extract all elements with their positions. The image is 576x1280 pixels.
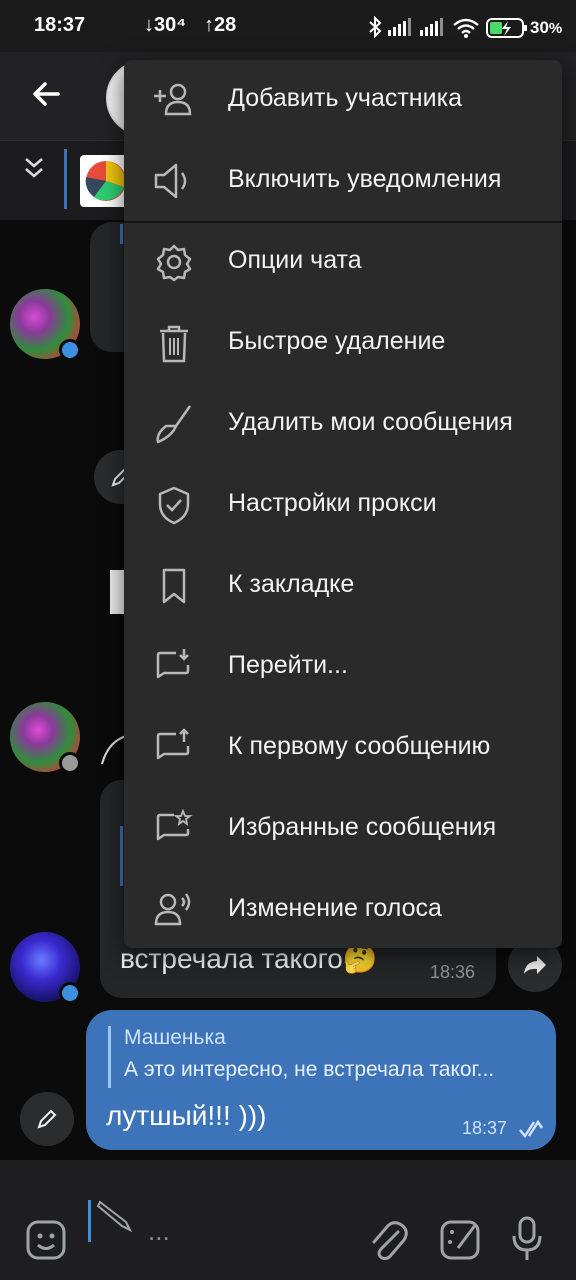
download-speed: ↓30⁴ bbox=[144, 14, 187, 36]
menu-item-voice-changer[interactable]: Изменение голоса bbox=[124, 870, 562, 948]
speaker-icon bbox=[152, 161, 196, 201]
menu-item-label: Перейти... bbox=[228, 651, 348, 679]
pinned-indicator bbox=[64, 149, 67, 209]
reply-text: А это интересно, не встречала таког... bbox=[124, 1058, 495, 1081]
menu-item-label: К закладке bbox=[228, 570, 355, 598]
broom-icon bbox=[152, 404, 196, 444]
message-input[interactable]: ... bbox=[148, 1216, 170, 1247]
menu-item-go-to[interactable]: Перейти... bbox=[124, 627, 562, 708]
gear-icon bbox=[152, 242, 196, 282]
menu-item-label: Включить уведомления bbox=[228, 165, 502, 193]
reply-quote-bar bbox=[120, 224, 123, 244]
message-time: 18:37 bbox=[462, 1118, 508, 1138]
edit-round-button[interactable] bbox=[20, 1092, 74, 1146]
bluetooth-icon bbox=[368, 15, 382, 43]
signal-icon bbox=[388, 18, 448, 41]
clock: 18:37 bbox=[34, 14, 86, 36]
menu-item-label: Избранные сообщения bbox=[228, 813, 497, 841]
battery-level: 30% bbox=[530, 18, 563, 37]
menu-item-chat-options[interactable]: Опции чата bbox=[124, 222, 562, 303]
message-time: 18:36 bbox=[430, 962, 476, 982]
voice-change-icon bbox=[152, 890, 196, 930]
goto-message-icon bbox=[152, 647, 196, 687]
online-status-dot bbox=[59, 982, 81, 1004]
menu-item-label: Добавить участника bbox=[228, 84, 462, 112]
menu-item-add-member[interactable]: Добавить участника bbox=[124, 60, 562, 141]
menu-item-quick-delete[interactable]: Быстрое удаление bbox=[124, 303, 562, 384]
menu-item-go-to-bookmark[interactable]: К закладке bbox=[124, 546, 562, 627]
starred-message-icon bbox=[152, 808, 196, 849]
chat-options-menu: Добавить участника Включить уведомления … bbox=[124, 60, 562, 948]
shield-icon bbox=[152, 485, 196, 525]
online-status-dot bbox=[59, 339, 81, 361]
paint-palette-icon[interactable] bbox=[438, 1216, 484, 1267]
collapse-chevrons-icon[interactable] bbox=[22, 155, 46, 186]
sticker-emoji-icon[interactable] bbox=[24, 1218, 68, 1267]
text-cursor bbox=[88, 1200, 91, 1242]
menu-item-enable-notifications[interactable]: Включить уведомления bbox=[124, 141, 562, 222]
message-text: лутшый!!! ))) bbox=[106, 1100, 267, 1131]
message-composer: ... bbox=[0, 1160, 576, 1280]
menu-item-label: Настройки прокси bbox=[228, 489, 437, 517]
menu-item-label: Быстрое удаление bbox=[228, 327, 446, 355]
sticker-fragment bbox=[110, 570, 124, 614]
pencil-icon bbox=[37, 1109, 57, 1129]
offline-status-dot bbox=[59, 752, 81, 774]
menu-item-label: Удалить мои сообщения bbox=[228, 408, 513, 436]
wifi-icon bbox=[452, 18, 480, 43]
reply-quote-bar bbox=[108, 1026, 111, 1088]
battery-icon bbox=[486, 17, 528, 44]
reply-quote-bar bbox=[120, 826, 123, 886]
menu-item-label: К первому сообщению bbox=[228, 732, 491, 760]
back-arrow-icon[interactable] bbox=[30, 78, 62, 115]
trash-icon bbox=[152, 323, 196, 363]
reply-author: Машенька bbox=[124, 1026, 226, 1049]
menu-item-label: Изменение голоса bbox=[228, 894, 442, 922]
menu-item-label: Опции чата bbox=[228, 246, 362, 274]
microphone-icon[interactable] bbox=[510, 1214, 544, 1267]
add-user-icon bbox=[152, 80, 196, 120]
read-receipt-icon bbox=[519, 1119, 544, 1139]
menu-item-delete-my-messages[interactable]: Удалить мои сообщения bbox=[124, 384, 562, 465]
message-bubble-out[interactable]: Машенька А это интересно, не встречала т… bbox=[86, 1010, 556, 1150]
upload-speed: ↑28 bbox=[204, 14, 237, 36]
menu-item-starred-messages[interactable]: Избранные сообщения bbox=[124, 789, 562, 870]
share-arrow-icon bbox=[524, 956, 546, 974]
bookmark-icon bbox=[152, 566, 196, 606]
handwriting-pencil-icon bbox=[96, 1198, 134, 1237]
status-bar: 18:37 ↓30⁴ ↑28 30% bbox=[0, 0, 576, 52]
menu-item-first-message[interactable]: К первому сообщению bbox=[124, 708, 562, 789]
first-message-icon bbox=[152, 728, 196, 768]
menu-item-proxy-settings[interactable]: Настройки прокси bbox=[124, 465, 562, 546]
attach-paperclip-icon[interactable] bbox=[368, 1218, 408, 1267]
